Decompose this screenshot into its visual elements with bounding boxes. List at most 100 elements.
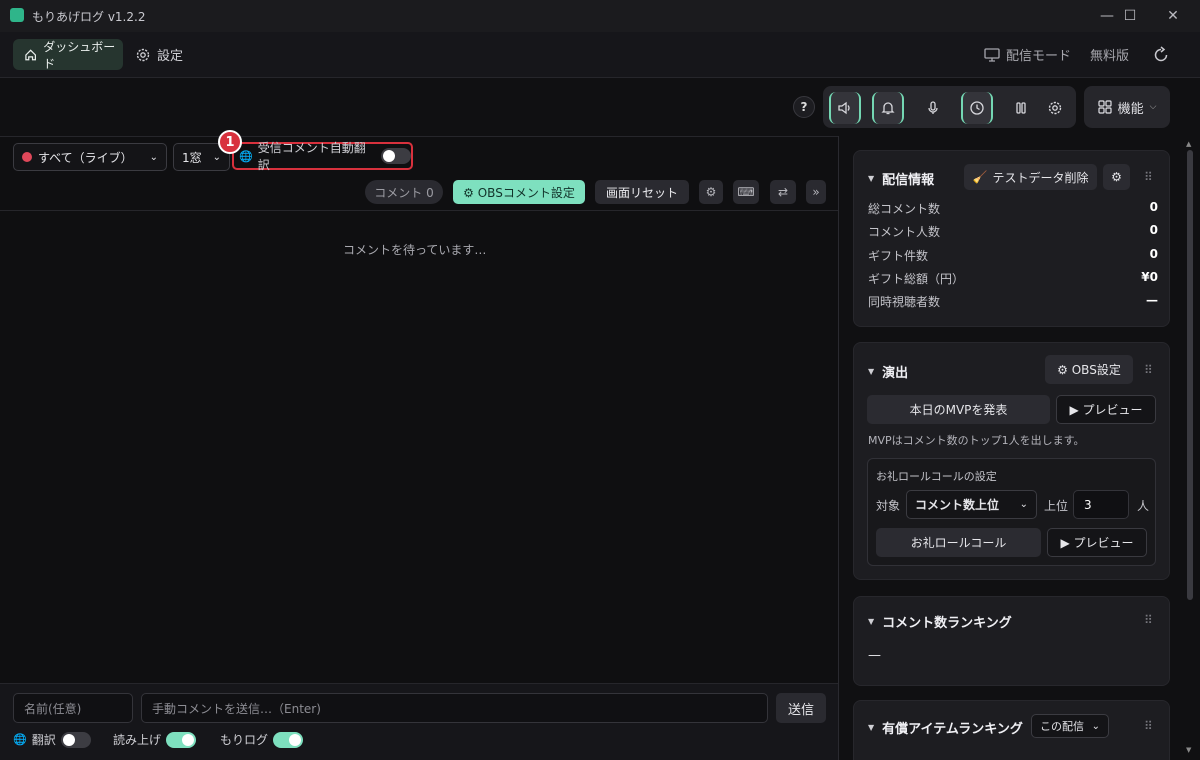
collapse-triangle-icon: ▼ xyxy=(868,617,875,626)
app-logo-icon xyxy=(10,8,24,22)
moriloq-toggle-group[interactable]: もりログ xyxy=(220,731,304,748)
globe-icon: 🌐 xyxy=(13,733,27,746)
paid-ranking-header[interactable]: ▼ 有償アイテムランキング xyxy=(868,718,1023,737)
gear-icon xyxy=(136,48,150,61)
refresh-button[interactable] xyxy=(1152,39,1170,70)
stream-info-header[interactable]: ▼ 配信情報 xyxy=(868,169,934,188)
read-aloud-label: 読み上げ xyxy=(113,733,162,747)
stat-value: ¥0 xyxy=(1141,270,1158,284)
help-button[interactable]: ? xyxy=(793,96,815,118)
announce-mvp-button[interactable]: 本日のMVPを発表 xyxy=(867,395,1050,424)
separator xyxy=(0,210,838,211)
clock-icon xyxy=(970,101,984,115)
speaker-toggle[interactable] xyxy=(829,92,861,124)
nav-dashboard-tab[interactable]: ダッシュボード xyxy=(13,39,123,71)
comment-ranking-header[interactable]: ▼ コメント数ランキング xyxy=(868,612,1012,631)
features-label: 機能 xyxy=(1117,101,1144,117)
mvp-preview-button[interactable]: ▶ プレビュー xyxy=(1056,395,1156,424)
drag-handle-icon[interactable]: ⠿ xyxy=(1144,613,1153,627)
stream-mode-button[interactable]: 配信モード xyxy=(984,39,1071,70)
stat-label: 同時視聴者数 xyxy=(868,295,941,309)
scroll-up-icon[interactable]: ▲ xyxy=(1186,140,1191,148)
maximize-button[interactable]: ☐ xyxy=(1107,0,1153,32)
swap-icon[interactable]: ⇄ xyxy=(770,180,796,204)
name-input[interactable]: 名前(任意) xyxy=(13,693,133,723)
paid-ranking-filter-select[interactable]: この配信 ⌄ xyxy=(1031,714,1109,738)
rollcall-preview-button[interactable]: ▶ プレビュー xyxy=(1047,528,1147,557)
right-panel-scrollbar[interactable] xyxy=(1187,150,1193,600)
free-version-badge[interactable]: 無料版 xyxy=(1090,39,1129,70)
stat-row: 総コメント数 0 xyxy=(868,200,1158,217)
annotation-badge: 1 xyxy=(218,130,242,154)
rollcall-button[interactable]: お礼ロールコール xyxy=(876,528,1041,557)
chevron-down-icon: ⌄ xyxy=(212,151,221,163)
stream-info-title: 配信情報 xyxy=(882,173,935,188)
microphone-toggle[interactable] xyxy=(917,92,949,124)
send-button[interactable]: 送信 xyxy=(776,693,826,723)
collapse-triangle-icon: ▼ xyxy=(868,723,875,732)
timer-toggle[interactable] xyxy=(961,92,993,124)
reset-screen-button[interactable]: 画面リセット xyxy=(595,180,689,204)
stat-row: 同時視聴者数 — xyxy=(868,293,1158,310)
delete-test-data-button[interactable]: 🧹 テストデータ削除 xyxy=(964,164,1097,190)
comment-ranking-card xyxy=(853,596,1170,686)
stream-info-settings-icon[interactable]: ⚙ xyxy=(1103,164,1130,190)
bell-icon xyxy=(881,102,895,115)
nav-settings-tab[interactable]: 設定 xyxy=(135,39,183,70)
toolbar-settings-button[interactable] xyxy=(1039,92,1071,124)
source-select[interactable]: すべて（ライブ） ⌄ xyxy=(13,143,167,171)
stat-row: ギフト総額（円） ¥0 xyxy=(868,270,1158,287)
drag-handle-icon[interactable]: ⠿ xyxy=(1144,719,1153,733)
comment-ranking-title: コメント数ランキング xyxy=(882,616,1012,631)
auto-translate-label: 受信コメント自動翻訳 xyxy=(257,141,366,172)
person-unit: 人 xyxy=(1137,499,1150,513)
top-count-input[interactable]: 3 xyxy=(1073,490,1129,519)
comment-settings-gear-icon[interactable]: ⚙ xyxy=(699,180,723,204)
read-aloud-toggle-group[interactable]: 読み上げ xyxy=(113,731,197,748)
delete-test-data-label: テストデータ削除 xyxy=(992,170,1089,185)
auto-translate-toggle[interactable] xyxy=(381,148,411,164)
notification-toggle[interactable] xyxy=(872,92,904,124)
effects-header[interactable]: ▼ 演出 xyxy=(868,362,908,381)
pane-divider[interactable] xyxy=(838,136,839,760)
chevron-down-icon: ⌄ xyxy=(149,151,158,163)
read-aloud-toggle[interactable] xyxy=(166,731,197,748)
comment-count-badge: コメント 0 xyxy=(365,180,443,204)
target-label: 対象 xyxy=(876,499,901,513)
stat-label: 総コメント数 xyxy=(868,202,941,216)
auto-translate-toggle-group[interactable]: 🌐 受信コメント自動翻訳 xyxy=(232,141,413,172)
translate-toggle[interactable] xyxy=(60,731,91,748)
features-menu-button[interactable]: 機能 ⌵ xyxy=(1084,86,1170,128)
globe-icon: 🌐 xyxy=(239,149,253,163)
broom-icon: 🧹 xyxy=(972,170,988,184)
stat-value: 0 xyxy=(1149,200,1158,214)
paid-ranking-title: 有償アイテムランキング xyxy=(882,722,1023,737)
mvp-note: MVPはコメント数のトップ1人を出します。 xyxy=(868,434,1085,447)
columns-toggle[interactable] xyxy=(1005,92,1037,124)
target-select[interactable]: コメント数上位 ⌄ xyxy=(906,490,1037,519)
drag-handle-icon[interactable]: ⠿ xyxy=(1144,170,1153,184)
stat-value: 0 xyxy=(1149,247,1158,261)
scroll-down-icon[interactable]: ▼ xyxy=(1186,746,1191,754)
live-dot-icon xyxy=(22,152,32,162)
manual-comment-input[interactable]: 手動コメントを送信…（Enter) xyxy=(141,693,768,723)
translate-label: 翻訳 xyxy=(31,733,56,747)
drag-handle-icon[interactable]: ⠿ xyxy=(1144,363,1153,377)
obs-comment-settings-button[interactable]: ⚙ OBSコメント設定 xyxy=(453,180,585,204)
home-icon xyxy=(25,48,37,60)
nav-settings-label: 設定 xyxy=(157,49,184,64)
top-label: 上位 xyxy=(1044,499,1069,513)
chevron-down-icon: ⌄ xyxy=(1091,720,1100,732)
close-button[interactable]: ✕ xyxy=(1150,0,1196,32)
obs-settings-button[interactable]: ⚙ OBS設定 xyxy=(1045,355,1133,384)
moriloq-toggle[interactable] xyxy=(273,731,304,748)
nav-dashboard-label: ダッシュボード xyxy=(43,39,116,71)
chevron-down-icon: ⌵ xyxy=(1149,102,1157,112)
window-count-value: 1窓 xyxy=(182,150,202,165)
stat-value: 0 xyxy=(1149,223,1158,237)
expand-more-icon[interactable]: » xyxy=(806,180,826,204)
window-title: もりあげログ v1.2.2 xyxy=(32,10,146,24)
translate-toggle-group[interactable]: 🌐 翻訳 xyxy=(13,731,91,748)
effects-title: 演出 xyxy=(882,366,909,381)
keyboard-icon[interactable]: ⌨ xyxy=(733,180,759,204)
